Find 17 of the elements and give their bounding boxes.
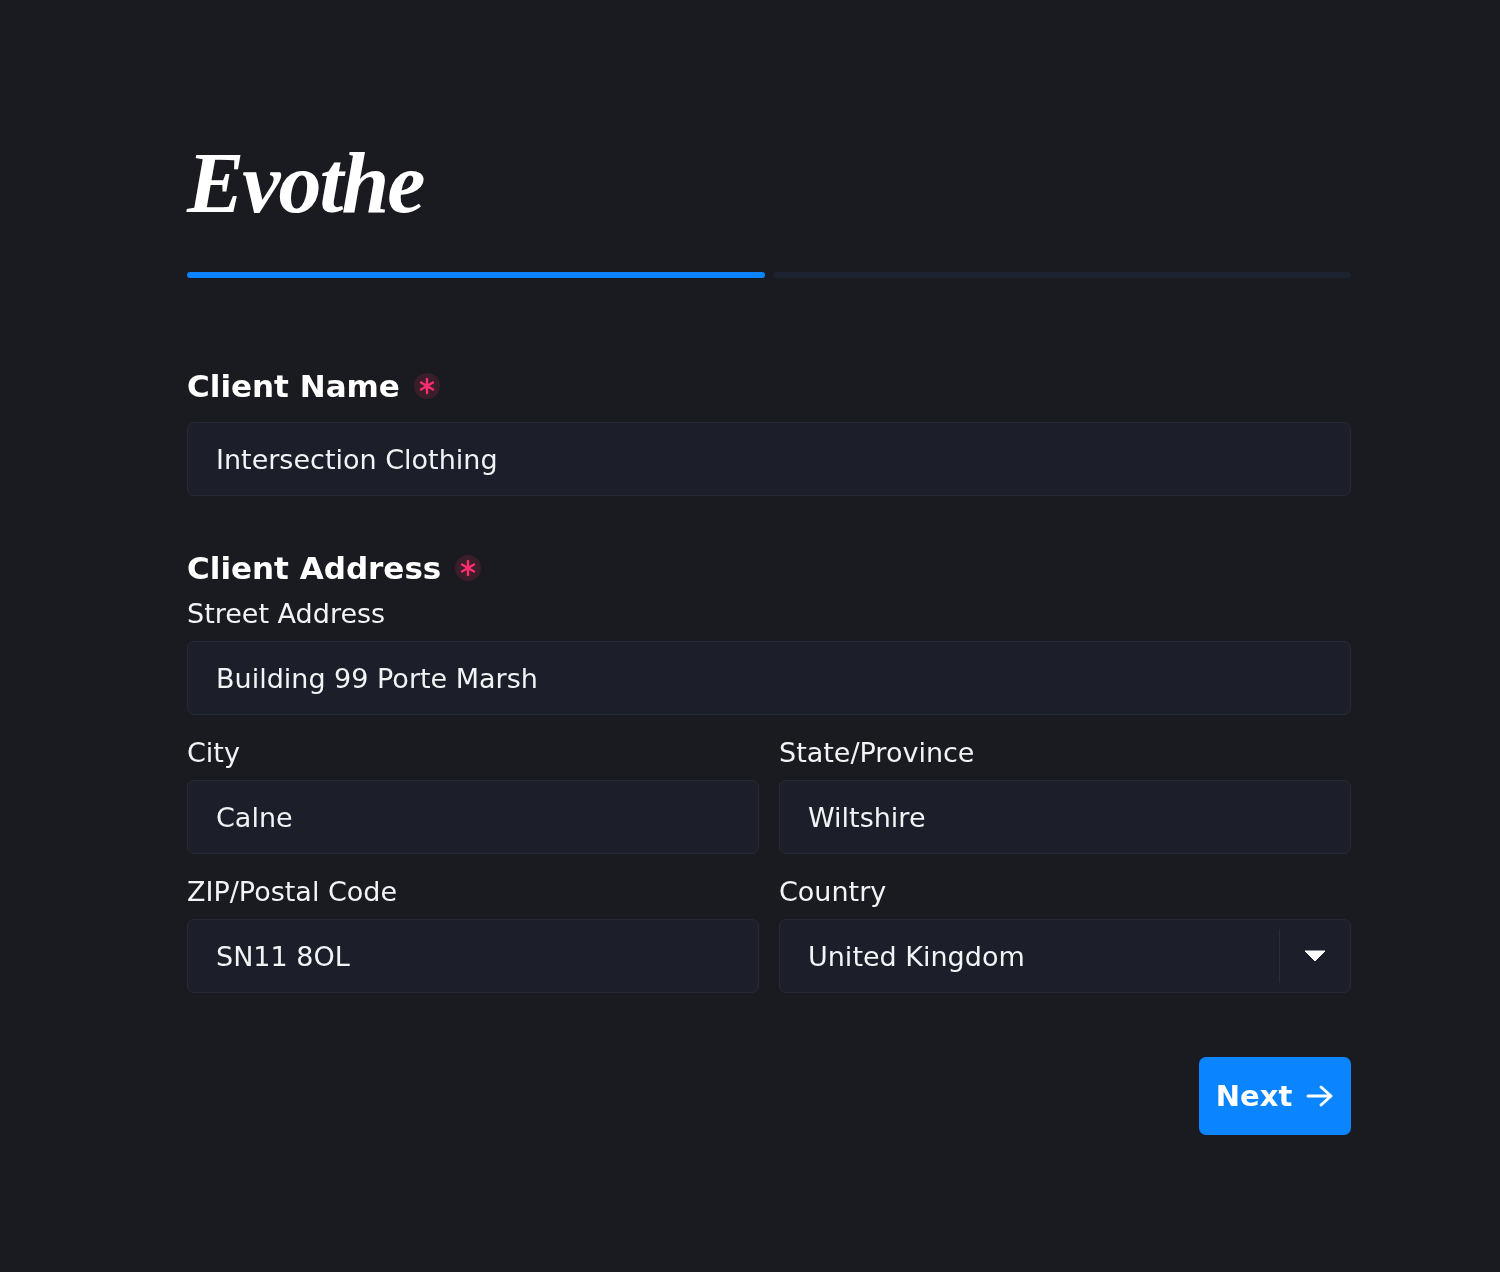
client-name-field[interactable]: Intersection Clothing — [187, 422, 1351, 496]
caret-icon — [1304, 950, 1326, 962]
field-label: Country — [779, 876, 887, 907]
section-title: Client Address — [187, 550, 442, 586]
section-title: Client Name — [187, 368, 400, 404]
text-field[interactable]: Calne — [187, 780, 759, 854]
text-field[interactable]: Wiltshire — [779, 780, 1351, 854]
field-label: State/Province — [779, 737, 975, 768]
field-label: ZIP/Postal Code — [187, 876, 398, 907]
logo: Evothe — [187, 140, 424, 226]
field-label: City — [187, 737, 240, 768]
arrow-right-icon — [1306, 1084, 1335, 1108]
next-button[interactable]: Next — [1199, 1057, 1351, 1135]
text-field[interactable]: SN11 8OL — [187, 919, 759, 993]
field-label: Street Address — [187, 598, 386, 629]
text-field[interactable]: Building 99 Porte Marsh — [187, 641, 1351, 715]
country-dropdown[interactable]: United Kingdom — [779, 919, 1351, 993]
